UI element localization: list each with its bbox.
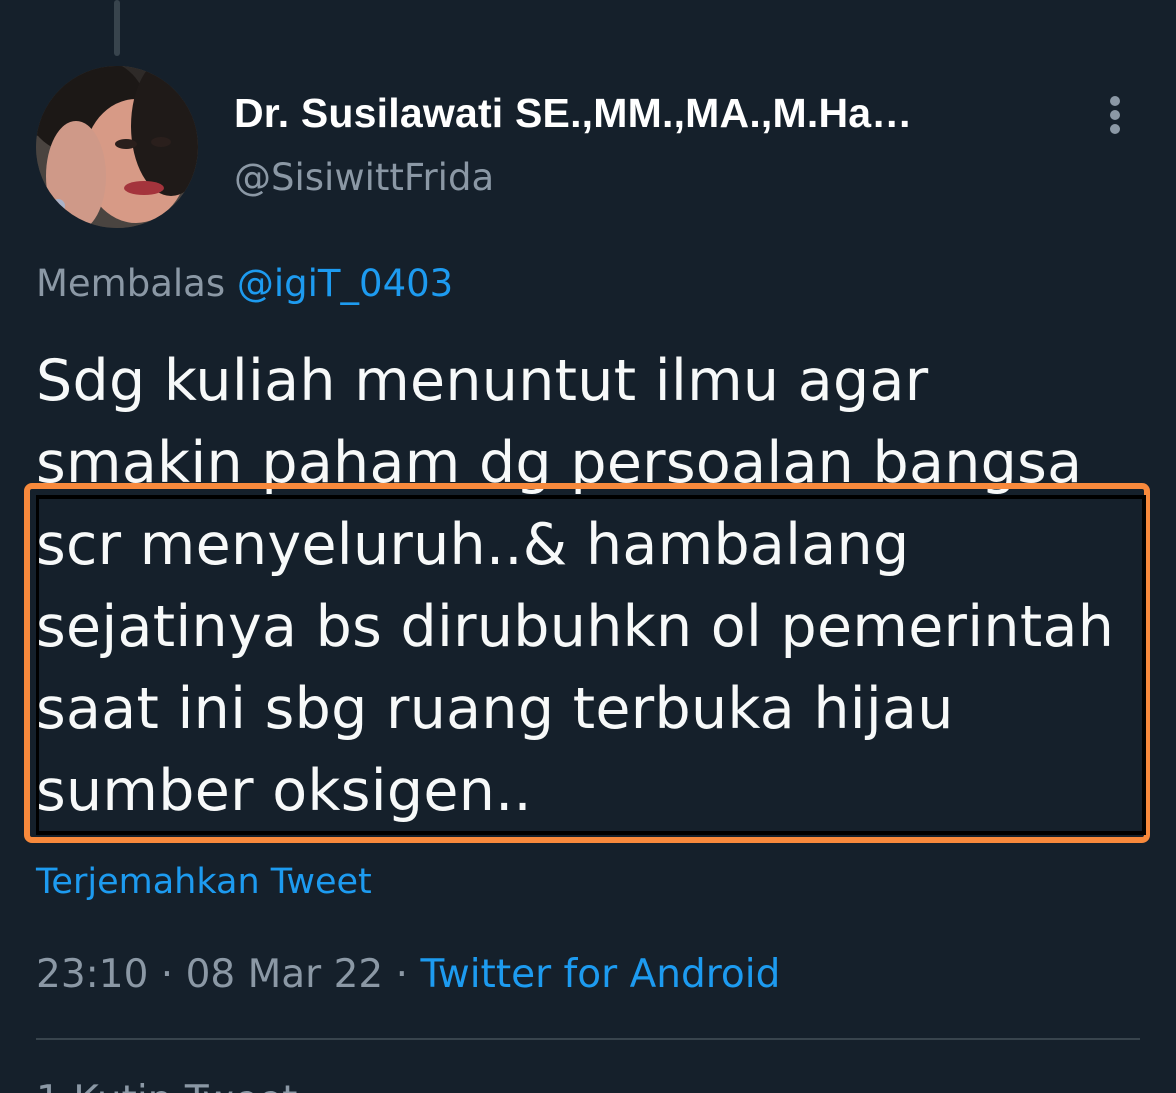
tweet-meta: 23:10 · 08 Mar 22 · Twitter for Android xyxy=(36,952,780,997)
more-options-icon[interactable] xyxy=(1100,94,1132,136)
tweet-detail-page: Dr. Susilawati SE.,MM.,MA.,M.Ha… @Sisiwi… xyxy=(0,0,1176,1093)
replying-to: Membalas @igiT_0403 xyxy=(36,262,453,305)
translate-tweet-link[interactable]: Terjemahkan Tweet xyxy=(36,862,372,902)
meta-separator: · xyxy=(383,952,421,997)
highlight-annotation-inner-border xyxy=(36,495,1146,835)
divider xyxy=(36,1038,1140,1040)
tweet-date: 08 Mar 22 xyxy=(185,952,384,997)
meta-separator: · xyxy=(148,952,186,997)
profile-photo-icon xyxy=(36,66,198,228)
tweet-time: 23:10 xyxy=(36,952,149,997)
thread-connector-line xyxy=(114,0,120,56)
user-handle[interactable]: @SisiwittFrida xyxy=(234,156,494,199)
display-name[interactable]: Dr. Susilawati SE.,MM.,MA.,M.Ha… xyxy=(234,90,912,137)
replying-to-handle-link[interactable]: @igiT_0403 xyxy=(237,262,453,305)
tweet-text-line: Sdg kuliah menuntut ilmu agar xyxy=(36,348,929,414)
replying-to-label: Membalas xyxy=(36,262,226,305)
tweet-source-link[interactable]: Twitter for Android xyxy=(420,952,780,997)
avatar[interactable] xyxy=(36,66,198,228)
quote-tweet-count[interactable]: 1 Kutip Tweet xyxy=(36,1078,297,1093)
